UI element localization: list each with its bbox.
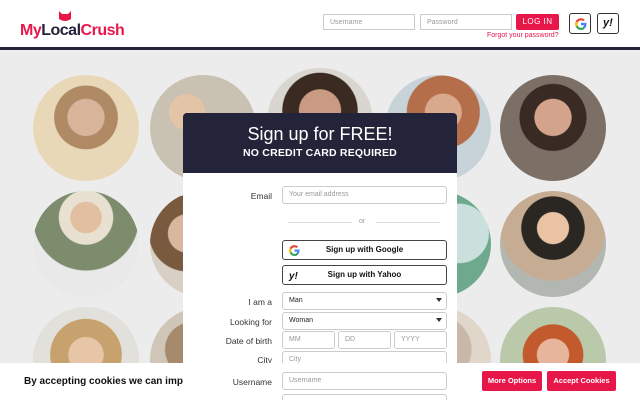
- modal-title: Sign up for FREE!: [247, 124, 393, 144]
- accept-cookies-button[interactable]: Accept Cookies: [547, 371, 616, 391]
- looking-for-value: Woman: [289, 317, 313, 324]
- logo-local: Local: [41, 22, 81, 39]
- username-label: Username: [232, 377, 272, 387]
- yahoo-signup-label: Sign up with Yahoo: [327, 270, 402, 279]
- yahoo-icon: y!: [603, 17, 613, 29]
- iam-label: I am a: [248, 297, 272, 307]
- username-field[interactable]: Username: [282, 372, 447, 390]
- google-icon: [575, 18, 587, 30]
- chevron-down-icon: [436, 318, 442, 322]
- header-username-input[interactable]: Username: [323, 14, 415, 30]
- login-button[interactable]: LOG IN: [516, 14, 559, 30]
- dob-label: Date of birth: [225, 336, 272, 346]
- google-icon: [289, 245, 300, 256]
- dob-day-field[interactable]: DD: [338, 331, 391, 349]
- google-signup-button[interactable]: Sign up with Google: [282, 240, 447, 260]
- iam-select[interactable]: Man: [282, 292, 447, 310]
- cat-logo-icon: [59, 11, 71, 21]
- profile-photo: [500, 191, 606, 297]
- header-divider: [0, 47, 640, 50]
- or-label: or: [359, 218, 366, 225]
- email-field[interactable]: Your email address: [282, 186, 447, 204]
- dob-month-field[interactable]: MM: [282, 331, 335, 349]
- yahoo-icon: y!: [289, 271, 298, 282]
- looking-for-label: Looking for: [229, 317, 272, 327]
- yahoo-signup-button[interactable]: y! Sign up with Yahoo: [282, 265, 447, 285]
- email-label: Email: [250, 191, 272, 201]
- more-options-button[interactable]: More Options: [482, 371, 542, 391]
- header-yahoo-button[interactable]: y!: [597, 13, 619, 34]
- forgot-password-link[interactable]: Forgot your password?: [487, 32, 559, 39]
- header-password-input[interactable]: Password: [420, 14, 512, 30]
- or-divider-right: [376, 222, 440, 223]
- google-signup-label: Sign up with Google: [325, 245, 404, 254]
- signup-modal-header: Sign up for FREE! NO CREDIT CARD REQUIRE…: [183, 113, 457, 173]
- site-logo[interactable]: MyLocalCrush: [20, 22, 125, 40]
- dob-year-field[interactable]: YYYY: [394, 331, 447, 349]
- header-google-button[interactable]: [569, 13, 591, 34]
- chevron-down-icon: [436, 298, 442, 302]
- profile-photo: [33, 75, 139, 181]
- password-field[interactable]: [282, 394, 447, 400]
- or-divider-left: [288, 222, 352, 223]
- profile-photo: [500, 75, 606, 181]
- modal-subtitle: NO CREDIT CARD REQUIRED: [243, 147, 397, 159]
- iam-value: Man: [289, 297, 303, 304]
- top-header: MyLocalCrush Username Password LOG IN Fo…: [0, 0, 640, 47]
- cookie-text: By accepting cookies we can improv: [24, 376, 199, 387]
- logo-my: My: [20, 22, 42, 39]
- logo-crush: Crush: [80, 22, 125, 39]
- looking-for-select[interactable]: Woman: [282, 312, 447, 330]
- profile-photo: [33, 191, 139, 297]
